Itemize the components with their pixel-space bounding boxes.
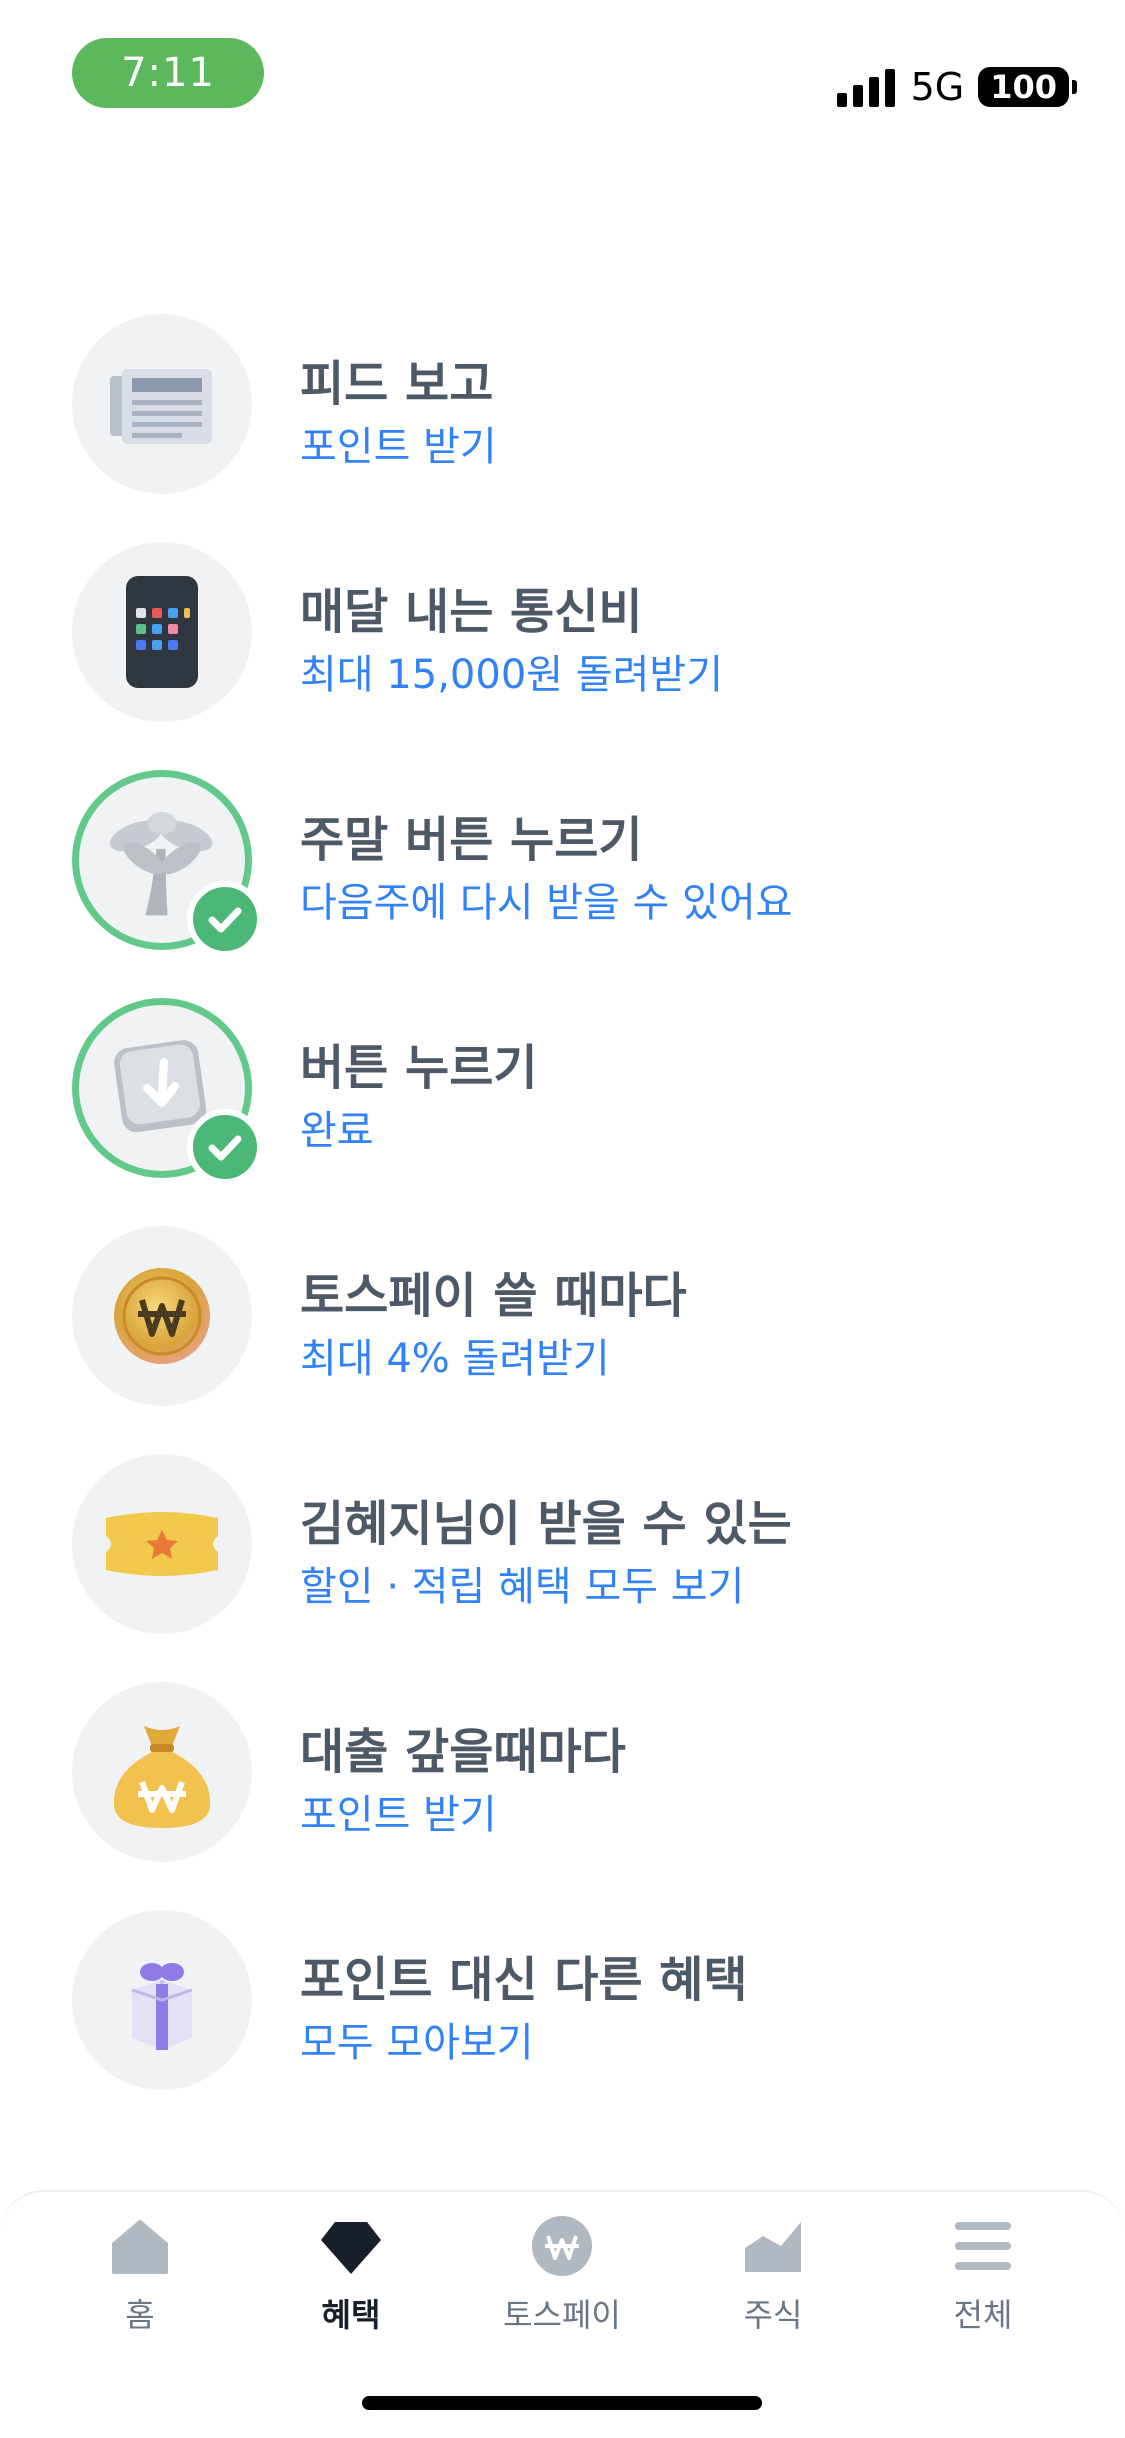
tab-benefits[interactable]: 혜택 (266, 2214, 436, 2354)
ticket-icon (72, 1454, 252, 1634)
list-item[interactable]: 토스페이 쓸 때마다 최대 4% 돌려받기 (0, 1226, 1125, 1454)
status-time: 7:11 (72, 38, 264, 108)
list-item[interactable]: 매달 내는 통신비 최대 15,000원 돌려받기 (0, 542, 1125, 770)
cellular-signal-icon (836, 67, 895, 107)
stock-chart-icon (745, 2222, 801, 2272)
item-subtitle: 포인트 받기 (300, 1792, 497, 1838)
status-indicators: 5G 100 (836, 62, 1077, 112)
tab-home[interactable]: 홈 (55, 2214, 225, 2354)
list-item[interactable]: 버튼 누르기 완료 (0, 998, 1125, 1226)
item-subtitle: 포인트 받기 (300, 424, 497, 470)
check-icon (187, 881, 263, 957)
item-subtitle: 완료 (300, 1108, 374, 1154)
money-bag-icon (72, 1682, 252, 1862)
item-subtitle: 최대 15,000원 돌려받기 (300, 652, 723, 698)
press-button-icon (72, 998, 263, 1185)
gem-icon (321, 2222, 381, 2274)
tab-label: 토스페이 (503, 2296, 621, 2334)
tab-label: 홈 (125, 2296, 155, 2334)
tab-all[interactable]: 전체 (898, 2214, 1068, 2354)
gift-box-icon (72, 1910, 252, 2090)
item-title: 대출 갚을때마다 (300, 1724, 626, 1780)
tab-label: 혜택 (321, 2296, 381, 2334)
item-title: 김혜지님이 받을 수 있는 (300, 1496, 792, 1552)
newspaper-icon (72, 314, 252, 494)
benefit-list: 피드 보고 포인트 받기 매달 내는 통신비 최대 15,000원 돌려받기 주… (0, 314, 1125, 2138)
phone-icon (72, 542, 252, 722)
item-title: 버튼 누르기 (300, 1040, 538, 1096)
tab-tosspay[interactable]: 토스페이 (477, 2214, 647, 2354)
item-title: 피드 보고 (300, 356, 494, 412)
item-subtitle: 할인 · 적립 혜택 모두 보기 (300, 1564, 745, 1610)
list-item[interactable]: 포인트 대신 다른 혜택 모두 모아보기 (0, 1910, 1125, 2138)
tab-label: 주식 (743, 2296, 803, 2334)
item-subtitle: 다음주에 다시 받을 수 있어요 (300, 880, 793, 926)
home-indicator[interactable] (362, 2396, 762, 2410)
menu-icon (955, 2222, 1011, 2270)
item-subtitle: 최대 4% 돌려받기 (300, 1336, 610, 1382)
battery-level: 100 (978, 67, 1077, 107)
won-circle-icon (532, 2216, 592, 2276)
tab-label: 전체 (953, 2296, 1013, 2334)
won-coin-icon (72, 1226, 252, 1406)
list-item[interactable]: 김혜지님이 받을 수 있는 할인 · 적립 혜택 모두 보기 (0, 1454, 1125, 1682)
tab-stocks[interactable]: 주식 (688, 2214, 858, 2354)
check-icon (187, 1109, 263, 1185)
home-icon (112, 2220, 168, 2274)
list-item[interactable]: 주말 버튼 누르기 다음주에 다시 받을 수 있어요 (0, 770, 1125, 998)
list-item[interactable]: 대출 갚을때마다 포인트 받기 (0, 1682, 1125, 1910)
item-subtitle: 모두 모아보기 (300, 2020, 534, 2066)
item-title: 토스페이 쓸 때마다 (300, 1268, 687, 1324)
item-title: 주말 버튼 누르기 (300, 812, 643, 868)
network-type: 5G (910, 65, 965, 109)
palm-tree-icon (72, 770, 263, 957)
item-title: 포인트 대신 다른 혜택 (300, 1952, 748, 2008)
item-title: 매달 내는 통신비 (300, 584, 643, 640)
list-item[interactable]: 피드 보고 포인트 받기 (0, 314, 1125, 542)
